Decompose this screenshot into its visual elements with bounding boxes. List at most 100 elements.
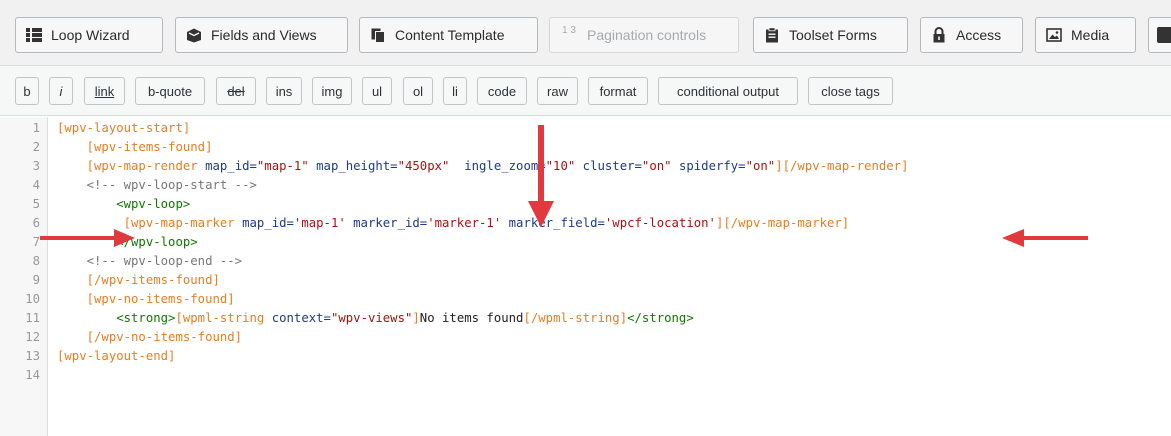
qt-format-button[interactable]: format <box>588 77 648 105</box>
code-line[interactable]: 11 <strong>[wpml-string context="wpv-vie… <box>0 309 1171 328</box>
code-token: [wpv-layout-start] <box>57 121 191 135</box>
code-token: [/wpv-no-items-found] <box>57 330 243 344</box>
box-icon <box>186 27 202 43</box>
qt-code-button[interactable]: code <box>477 77 527 105</box>
code-line[interactable]: 14 <box>0 366 1171 385</box>
code-line[interactable]: 2 [wpv-items-found] <box>0 138 1171 157</box>
pagination-controls-button[interactable]: 1 3 Pagination controls <box>549 17 739 53</box>
qt-italic-button[interactable]: i <box>49 77 73 105</box>
line-number: 4 <box>32 178 40 192</box>
code-token: "on" <box>745 159 776 173</box>
code-token: <strong> <box>57 311 176 325</box>
code-text: [wpv-no-items-found] <box>57 290 235 309</box>
image-icon <box>1046 27 1062 43</box>
code-token: map_height= <box>308 159 398 173</box>
code-token: map_id= <box>205 159 257 173</box>
line-number: 3 <box>32 159 40 173</box>
code-token: "450px" <box>397 159 450 173</box>
content-template-button[interactable]: Content Template <box>359 17 538 53</box>
quicktags-toolbar: b i link b-quote del ins img ul ol li co… <box>0 66 1171 116</box>
code-text: [wpv-map-render map_id="map-1" map_heigh… <box>57 157 909 176</box>
code-editor[interactable]: 1 [wpv-layout-start] 2 [wpv-items-found] 3 … <box>0 117 1171 436</box>
code-token: [wpml-string <box>175 311 272 325</box>
toolset-forms-label: Toolset Forms <box>789 27 877 43</box>
line-number: 6 <box>32 216 40 230</box>
code-text: [wpv-layout-end] <box>57 347 175 366</box>
down-arrow-annotation <box>528 125 554 227</box>
qt-conditional-output-button[interactable]: conditional output <box>658 77 798 105</box>
media-button[interactable]: Media <box>1035 17 1136 53</box>
copy-icon <box>370 27 386 43</box>
media-label: Media <box>1071 27 1110 43</box>
pagination-icon: 1 3 <box>562 25 576 36</box>
line-number: 2 <box>32 140 40 154</box>
right-arrow-annotation <box>40 229 135 247</box>
qt-blockquote-button[interactable]: b-quote <box>135 77 205 105</box>
line-number: 13 <box>25 349 40 363</box>
code-line[interactable]: 8 <!-- wpv-loop-end --> <box>0 252 1171 271</box>
code-token: [wpv-no-items-found] <box>57 292 235 306</box>
code-text: [/wpv-items-found] <box>57 271 220 290</box>
qt-ins-button[interactable]: ins <box>266 77 302 105</box>
loop-wizard-label: Loop Wizard <box>51 27 130 43</box>
code-token: map_id= <box>242 216 294 230</box>
qt-link-button[interactable]: link <box>84 77 125 105</box>
code-text: <!-- wpv-loop-end --> <box>57 252 242 271</box>
code-token: marker_id= <box>345 216 428 230</box>
code-token: ] <box>412 311 420 325</box>
box-icon <box>1157 27 1171 43</box>
qt-li-button[interactable]: li <box>443 77 467 105</box>
more-toolbar-button[interactable] <box>1148 17 1171 53</box>
code-line[interactable]: 13 [wpv-layout-end] <box>0 347 1171 366</box>
code-text: [wpv-layout-start] <box>57 119 190 138</box>
code-line[interactable]: 7 </wpv-loop> <box>0 233 1171 252</box>
code-text: [wpv-map-marker map_id='map-1' marker_id… <box>57 214 850 233</box>
qt-bold-button[interactable]: b <box>15 77 39 105</box>
fields-and-views-button[interactable]: Fields and Views <box>175 17 348 53</box>
code-token: cluster= <box>575 159 642 173</box>
qt-raw-button[interactable]: raw <box>537 77 578 105</box>
access-button[interactable]: Access <box>920 17 1023 53</box>
qt-ol-button[interactable]: ol <box>403 77 433 105</box>
code-token: [wpv-map-marker <box>57 216 243 230</box>
clipboard-icon <box>764 27 780 43</box>
access-label: Access <box>956 27 1002 43</box>
code-line[interactable]: 4 <!-- wpv-loop-start --> <box>0 176 1171 195</box>
code-token: "wpv-views" <box>330 311 413 325</box>
code-text: <wpv-loop> <box>57 195 190 214</box>
qt-del-button[interactable]: del <box>216 77 256 105</box>
code-token: No items found <box>419 311 524 325</box>
qt-img-button[interactable]: img <box>312 77 352 105</box>
qt-close-tags-button[interactable]: close tags <box>808 77 893 105</box>
code-line[interactable]: 5 <wpv-loop> <box>0 195 1171 214</box>
code-token: ][/wpv-map-marker] <box>715 216 850 230</box>
line-number: 1 <box>32 121 40 135</box>
pagination-controls-label: Pagination controls <box>587 27 707 43</box>
line-number: 14 <box>25 368 40 382</box>
code-line[interactable]: 1 [wpv-layout-start] <box>0 119 1171 138</box>
code-token: 'wpcf-location' <box>604 216 716 230</box>
code-text: [/wpv-no-items-found] <box>57 328 242 347</box>
line-number: 9 <box>32 273 40 287</box>
code-text: [wpv-items-found] <box>57 138 213 157</box>
line-number: 8 <box>32 254 40 268</box>
code-token: ][/wpv-map-render] <box>775 159 909 173</box>
code-token: [/wpv-items-found] <box>57 273 220 287</box>
code-token: 'marker-1' <box>427 216 502 230</box>
code-line[interactable]: 3 [wpv-map-render map_id="map-1" map_hei… <box>0 157 1171 176</box>
code-token: [wpv-layout-end] <box>57 349 176 363</box>
line-number: 10 <box>25 292 40 306</box>
toolset-forms-button[interactable]: Toolset Forms <box>753 17 908 53</box>
code-line[interactable]: 9 [/wpv-items-found] <box>0 271 1171 290</box>
code-line[interactable]: 10 [wpv-no-items-found] <box>0 290 1171 309</box>
loop-wizard-button[interactable]: Loop Wizard <box>15 17 163 53</box>
editor-toolbar: Loop Wizard Fields and Views Content Tem… <box>0 0 1171 66</box>
content-template-label: Content Template <box>395 27 505 43</box>
code-text: <!-- wpv-loop-start --> <box>57 176 257 195</box>
code-line[interactable]: 6 [wpv-map-marker map_id='map-1' marker_… <box>0 214 1171 233</box>
code-line[interactable]: 12 [/wpv-no-items-found] <box>0 328 1171 347</box>
fields-and-views-label: Fields and Views <box>211 27 317 43</box>
qt-ul-button[interactable]: ul <box>362 77 392 105</box>
code-token: [/wpml-string] <box>523 311 628 325</box>
